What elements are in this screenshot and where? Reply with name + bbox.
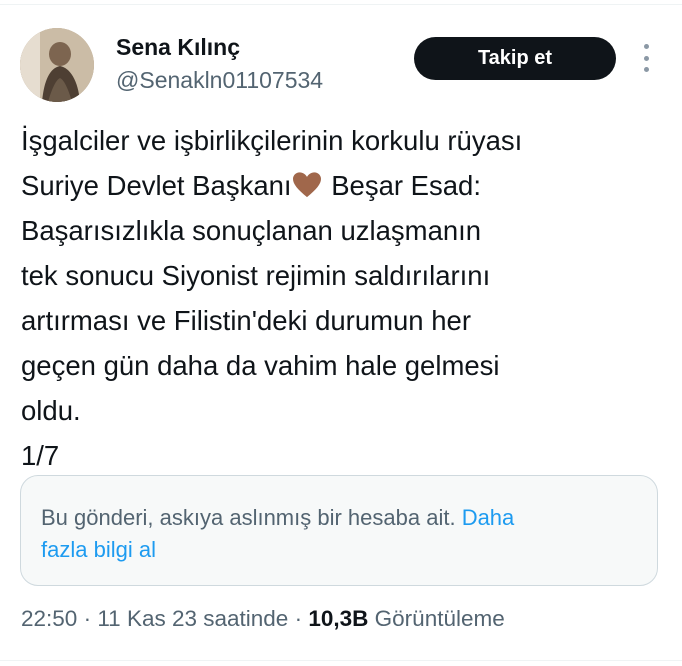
bottom-divider bbox=[0, 660, 682, 661]
tweet-line: İşgalciler ve işbirlikçilerinin korkulu … bbox=[21, 125, 523, 156]
meta-separator: · bbox=[294, 606, 303, 631]
tweet-line: tek sonucu Siyonist rejimin saldırıların… bbox=[21, 260, 491, 291]
learn-more-link[interactable]: Daha bbox=[462, 505, 515, 530]
notice-message: Bu gönderi, askıya aslınmış bir hesaba a… bbox=[41, 505, 456, 530]
notice-line: Bu gönderi, askıya aslınmış bir hesaba a… bbox=[41, 502, 641, 534]
more-dot bbox=[643, 44, 649, 49]
top-divider bbox=[0, 4, 682, 5]
tweet-line: geçen gün daha da vahim hale gelmesi bbox=[21, 350, 500, 381]
follow-button[interactable]: Takip et bbox=[414, 37, 616, 80]
suspended-account-notice: Bu gönderi, askıya aslınmış bir hesaba a… bbox=[20, 475, 658, 586]
profile-photo-icon bbox=[20, 28, 94, 102]
brown-heart-icon bbox=[292, 172, 321, 198]
tweet-line: artırması ve Filistin'deki durumun her bbox=[21, 305, 471, 336]
notice-text: Bu gönderi, askıya aslınmış bir hesaba a… bbox=[41, 502, 641, 566]
tweet-date[interactable]: 11 Kas 23 saatinde bbox=[97, 606, 288, 631]
author-display-name[interactable]: Sena Kılınç bbox=[116, 33, 240, 61]
author-handle[interactable]: @Senakln01107534 bbox=[116, 66, 323, 94]
more-vertical-icon[interactable] bbox=[636, 44, 656, 72]
tweet-line: Suriye Devlet Başkanı Beşar Esad: bbox=[21, 163, 671, 208]
tweet-metadata: 22:50 · 11 Kas 23 saatinde · 10,3B Görün… bbox=[21, 604, 505, 634]
tweet-line-part: Suriye Devlet Başkanı bbox=[21, 170, 292, 201]
meta-separator: · bbox=[83, 606, 92, 631]
views-label: Görüntüleme bbox=[374, 606, 505, 631]
tweet-thread-counter: 1/7 bbox=[21, 440, 60, 471]
avatar[interactable] bbox=[20, 28, 94, 102]
tweet-line: Başarısızlıkla sonuçlanan uzlaşmanın bbox=[21, 215, 482, 246]
tweet-time[interactable]: 22:50 bbox=[21, 606, 77, 631]
learn-more-link[interactable]: fazla bilgi al bbox=[41, 537, 156, 562]
views-count: 10,3B bbox=[308, 606, 369, 631]
tweet-line-part: Beşar Esad: bbox=[331, 170, 481, 201]
tweet-text: İşgalciler ve işbirlikçilerinin korkulu … bbox=[21, 118, 671, 478]
notice-line: fazla bilgi al bbox=[41, 534, 641, 566]
more-dot bbox=[643, 67, 649, 72]
more-dot bbox=[643, 55, 649, 61]
tweet-line: oldu. bbox=[21, 395, 81, 426]
